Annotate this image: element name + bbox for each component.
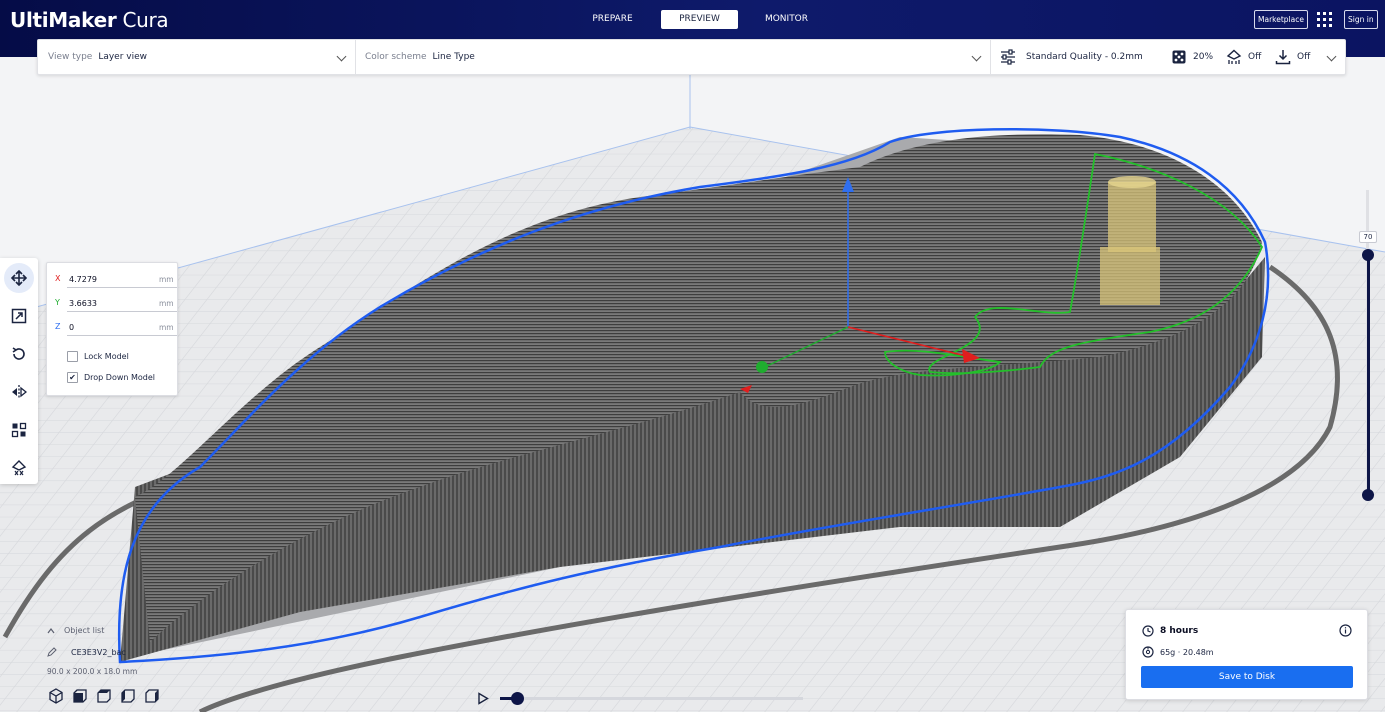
3d-view-icon[interactable] [48, 688, 64, 704]
layer-slider-lower-handle[interactable] [1362, 489, 1374, 501]
stage-tabs: PREPARE PREVIEW MONITOR [574, 10, 835, 29]
color-scheme-label: Color scheme [365, 52, 427, 62]
per-model-settings-icon [11, 422, 27, 438]
layer-slider-range [1367, 254, 1370, 495]
material-usage: 65g · 20.48m [1160, 647, 1214, 657]
object-dimensions: 90.0 x 200.0 x 18.0 mm [47, 667, 138, 676]
sign-in-button[interactable]: Sign in [1344, 10, 1378, 29]
tab-prepare[interactable]: PREPARE [574, 10, 651, 29]
view-type-value: Layer view [98, 52, 148, 62]
clock-icon [1142, 625, 1154, 637]
mirror-tool-button[interactable] [4, 377, 34, 407]
spool-icon [1142, 646, 1154, 658]
pencil-icon [47, 647, 57, 657]
print-information-panel: 8 hours 65g · 20.48m Save to Disk [1125, 609, 1368, 700]
adhesion-icon [1275, 50, 1291, 65]
tab-monitor[interactable]: MONITOR [748, 10, 825, 29]
per-model-settings-button[interactable] [4, 415, 34, 445]
adhesion-value: Off [1297, 52, 1311, 62]
settings-sliders-icon [1001, 49, 1015, 65]
object-list-toggle[interactable]: Object list [47, 626, 247, 635]
path-slider-handle[interactable] [511, 692, 524, 705]
tool-panel [0, 258, 38, 484]
color-scheme-value: Line Type [432, 52, 475, 62]
view-type-dropdown[interactable]: View type Layer view [48, 40, 348, 74]
color-scheme-dropdown[interactable]: Color scheme Line Type [365, 40, 975, 74]
infill-icon [1172, 50, 1186, 64]
object-list-header: Object list [64, 626, 105, 635]
move-settings-panel: X mm Y mm Z mm Lock Model ✔ Drop Down Mo… [46, 262, 178, 396]
infill-value: 20% [1193, 52, 1214, 62]
drop-down-model-label: Drop Down Model [84, 372, 156, 382]
chevron-up-icon [47, 627, 55, 633]
path-slider-track[interactable] [500, 697, 803, 700]
support-value: Off [1248, 52, 1262, 62]
move-tool-button[interactable] [4, 263, 34, 293]
object-list-item[interactable]: CE3E3V2_bac [47, 647, 247, 657]
rotate-icon [12, 347, 25, 360]
support-blocker-button[interactable] [4, 453, 34, 483]
left-view-icon[interactable] [120, 688, 136, 704]
x-unit: mm [159, 275, 174, 284]
layer-number[interactable]: 70 [1359, 231, 1377, 243]
apps-grid-icon[interactable] [1317, 12, 1332, 27]
z-unit: mm [159, 323, 174, 332]
3d-viewport[interactable]: X mm Y mm Z mm Lock Model ✔ Drop Down Mo… [0, 57, 1385, 712]
layer-slider-upper-handle[interactable] [1362, 249, 1374, 261]
lock-model-checkbox[interactable] [67, 350, 78, 362]
scale-tool-button[interactable] [4, 301, 34, 331]
top-view-icon[interactable] [96, 688, 112, 704]
y-unit: mm [159, 299, 174, 308]
save-to-disk-button[interactable]: Save to Disk [1141, 666, 1353, 688]
right-view-icon[interactable] [144, 688, 160, 704]
object-list: Object list CE3E3V2_bac 90.0 x 200.0 x 1… [47, 626, 247, 676]
camera-view-buttons [48, 688, 160, 704]
y-axis-label: Y [55, 298, 60, 307]
support-blocker-icon [11, 460, 27, 476]
view-settings-bar: View type Layer view Color scheme Line Typ… [37, 39, 1346, 75]
rotate-tool-button[interactable] [4, 339, 34, 369]
move-icon [11, 270, 27, 286]
tab-preview[interactable]: PREVIEW [661, 10, 738, 29]
marketplace-button[interactable]: Marketplace [1254, 10, 1308, 29]
print-time: 8 hours [1160, 626, 1199, 636]
object-name: CE3E3V2_bac [71, 647, 126, 657]
z-axis-label: Z [55, 322, 61, 331]
play-icon[interactable] [477, 692, 489, 705]
quality-profile: Standard Quality - 0.2mm [1026, 52, 1143, 62]
lock-model-label: Lock Model [84, 351, 129, 361]
app-logo: UltiMaker Cura [10, 8, 169, 32]
scale-icon [11, 308, 27, 324]
front-view-icon[interactable] [72, 688, 88, 704]
info-icon[interactable] [1339, 624, 1352, 637]
drop-down-model-checkbox[interactable]: ✔ [67, 371, 78, 383]
mirror-icon [12, 385, 27, 399]
support-icon [1226, 49, 1242, 64]
x-axis-label: X [55, 274, 61, 283]
view-type-label: View type [48, 52, 93, 62]
